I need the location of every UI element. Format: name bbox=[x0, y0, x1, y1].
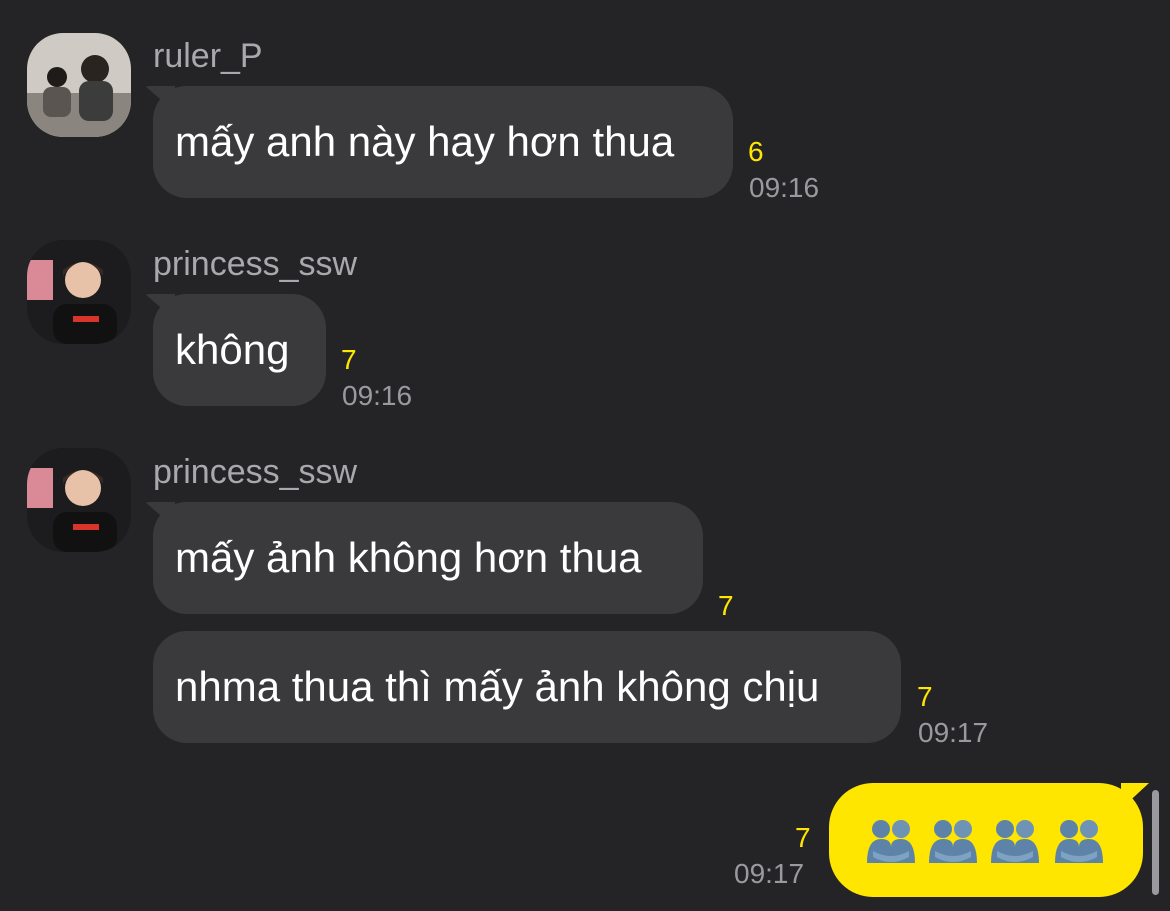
sender-name: princess_ssw bbox=[153, 245, 358, 283]
sender-name: ruler_P bbox=[153, 37, 263, 75]
avatar-princess-ssw[interactable] bbox=[27, 448, 131, 552]
avatar-princess-ssw[interactable] bbox=[27, 240, 131, 344]
user-photo-icon bbox=[27, 33, 131, 137]
user-photo-icon bbox=[27, 448, 131, 552]
people-hugging-icon bbox=[867, 820, 915, 863]
message-bubble[interactable]: mấy anh này hay hơn thua bbox=[153, 86, 733, 198]
message-time: 09:17 bbox=[918, 717, 989, 748]
avatar-ruler-p[interactable] bbox=[27, 33, 131, 137]
people-hugging-icon bbox=[991, 820, 1039, 863]
my-message-bubble[interactable] bbox=[829, 783, 1143, 897]
people-hugging-icon bbox=[929, 820, 977, 863]
user-photo-icon bbox=[27, 240, 131, 344]
unread-count: 6 bbox=[748, 136, 764, 167]
message-bubble[interactable]: không bbox=[153, 294, 326, 406]
unread-count: 7 bbox=[795, 822, 811, 853]
people-hugging-icon bbox=[1055, 820, 1103, 863]
message-time: 09:16 bbox=[342, 380, 413, 411]
chat-view: ruler_P mấy anh này hay hơn thua 6 09:16… bbox=[0, 0, 1170, 911]
unread-count: 7 bbox=[718, 590, 734, 621]
message-bubble[interactable]: nhma thua thì mấy ảnh không chịu bbox=[153, 631, 901, 743]
unread-count: 7 bbox=[341, 344, 357, 375]
sender-name: princess_ssw bbox=[153, 453, 358, 491]
scrollbar[interactable] bbox=[1152, 790, 1159, 895]
unread-count: 7 bbox=[917, 681, 933, 712]
message-time: 09:17 bbox=[734, 858, 805, 889]
message-time: 09:16 bbox=[749, 172, 820, 203]
message-bubble[interactable]: mấy ảnh không hơn thua bbox=[153, 502, 703, 614]
